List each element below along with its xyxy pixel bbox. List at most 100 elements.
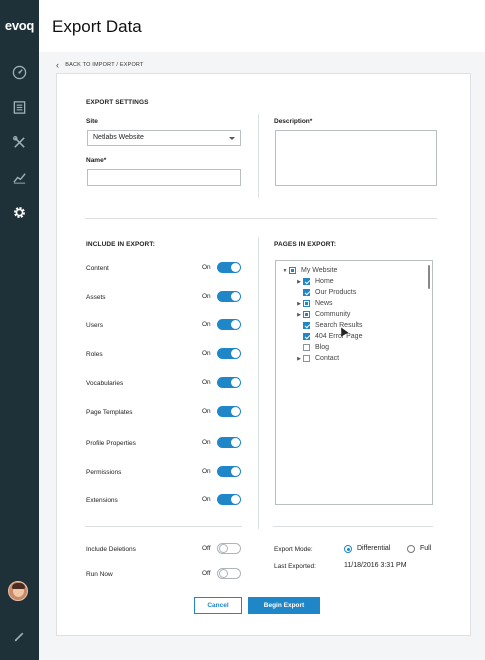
toggle-state: Off	[202, 570, 211, 577]
include-label: Profile Properties	[86, 440, 136, 447]
include-title: INCLUDE IN EXPORT:	[86, 241, 155, 248]
divider	[85, 218, 437, 219]
divider	[258, 237, 259, 529]
last-exported-label: Last Exported:	[274, 563, 316, 570]
toggle-extensions[interactable]	[217, 494, 241, 505]
tree-node[interactable]: ▶ News	[296, 299, 333, 308]
site-select[interactable]: Netlabs Website	[87, 130, 241, 146]
document-icon[interactable]	[0, 95, 39, 119]
caret-right-icon[interactable]: ▶	[296, 279, 302, 285]
gear-icon[interactable]	[0, 200, 39, 224]
tree-node[interactable]: 404 Error Page	[296, 332, 362, 341]
tree-node-label: Home	[315, 278, 334, 285]
last-exported-value: 11/18/2016 3:31 PM	[344, 562, 407, 569]
page-header: Export Data	[39, 0, 485, 52]
toggle-vocabularies[interactable]	[217, 377, 241, 388]
include-label: Content	[86, 265, 109, 272]
pencil-icon[interactable]	[0, 624, 39, 648]
page-checkbox[interactable]	[303, 322, 310, 329]
description-textarea[interactable]	[275, 130, 437, 186]
page-checkbox[interactable]	[303, 344, 310, 351]
back-link-label: BACK TO IMPORT / EXPORT	[65, 62, 144, 68]
back-link[interactable]: ‹ BACK TO IMPORT / EXPORT	[56, 60, 144, 70]
page-checkbox[interactable]	[303, 333, 310, 340]
tree-node[interactable]: ▶ Community	[296, 310, 350, 319]
export-mode-label: Export Mode:	[274, 546, 313, 553]
page-checkbox[interactable]	[289, 267, 296, 274]
description-label: Description*	[274, 118, 313, 125]
page-checkbox[interactable]	[303, 289, 310, 296]
toggle-page-templates[interactable]	[217, 406, 241, 417]
evoq-logo[interactable]: evoq	[0, 18, 39, 33]
toggle-state: On	[202, 350, 211, 357]
toggle-state: On	[202, 264, 211, 271]
tree-node[interactable]: Blog	[296, 343, 329, 352]
toggle-users[interactable]	[217, 319, 241, 330]
tree-node[interactable]: ▶ Contact	[296, 354, 339, 363]
option-label: Run Now	[86, 571, 113, 578]
tree-node-label: Contact	[315, 355, 340, 362]
tree-node-label: Our Products	[315, 289, 357, 296]
toggle-include-deletions[interactable]	[217, 543, 241, 554]
begin-export-button[interactable]: Begin Export	[248, 597, 320, 614]
page-title: Export Data	[52, 17, 142, 36]
caret-right-icon[interactable]: ▶	[296, 312, 302, 318]
toggle-roles[interactable]	[217, 348, 241, 359]
tools-icon[interactable]	[0, 130, 39, 154]
caret-down-icon	[229, 137, 235, 140]
page-checkbox[interactable]	[303, 311, 310, 318]
toggle-state: On	[202, 468, 211, 475]
tree-node-label: My Website	[301, 267, 338, 274]
toggle-state: On	[202, 293, 211, 300]
name-label: Name*	[86, 157, 107, 164]
cancel-button[interactable]: Cancel	[194, 597, 242, 614]
chart-icon[interactable]	[0, 165, 39, 189]
pages-title: PAGES IN EXPORT:	[274, 241, 337, 248]
divider	[273, 526, 433, 527]
export-settings-title: EXPORT SETTINGS	[86, 99, 149, 106]
site-label: Site	[86, 118, 98, 125]
toggle-profile-properties[interactable]	[217, 437, 241, 448]
toggle-state: On	[202, 439, 211, 446]
toggle-assets[interactable]	[217, 291, 241, 302]
include-label: Page Templates	[86, 409, 133, 416]
chevron-left-icon: ‹	[56, 60, 60, 70]
tree-node-label: Community	[315, 311, 351, 318]
include-label: Permissions	[86, 469, 122, 476]
tree-node-label: Blog	[315, 344, 330, 351]
toggle-permissions[interactable]	[217, 466, 241, 477]
tree-node-label: 404 Error Page	[315, 333, 363, 340]
page-checkbox[interactable]	[303, 300, 310, 307]
tree-node[interactable]: Our Products	[296, 288, 356, 297]
include-label: Users	[86, 322, 103, 329]
toggle-run-now[interactable]	[217, 568, 241, 579]
page-checkbox[interactable]	[303, 278, 310, 285]
include-label: Assets	[86, 294, 106, 301]
radio-full[interactable]	[407, 545, 415, 553]
option-label: Include Deletions	[86, 546, 136, 553]
toggle-content[interactable]	[217, 262, 241, 273]
tree-scrollbar[interactable]	[428, 265, 430, 289]
export-card: EXPORT SETTINGS Site Netlabs Website Nam…	[56, 73, 471, 636]
tree-node[interactable]: ▶ Home	[296, 277, 334, 286]
divider	[85, 526, 242, 527]
toggle-state: On	[202, 321, 211, 328]
caret-down-icon[interactable]: ▼	[282, 268, 288, 274]
divider	[258, 114, 259, 198]
toggle-state: On	[202, 408, 211, 415]
page-checkbox[interactable]	[303, 355, 310, 362]
toggle-state: Off	[202, 545, 211, 552]
name-input[interactable]	[87, 169, 241, 186]
caret-right-icon[interactable]: ▶	[296, 301, 302, 307]
tree-node[interactable]: Search Results	[296, 321, 362, 330]
gauge-icon[interactable]	[0, 60, 39, 84]
tree-node[interactable]: ▼ My Website	[282, 266, 337, 275]
radio-differential[interactable]	[344, 545, 352, 553]
radio-full-label[interactable]: Full	[420, 545, 431, 552]
toggle-state: On	[202, 379, 211, 386]
caret-right-icon[interactable]: ▶	[296, 356, 302, 362]
tree-node-label: News	[315, 300, 333, 307]
radio-differential-label[interactable]: Differential	[357, 545, 390, 552]
pages-tree[interactable]: ▼ My Website ▶ Home Our Products ▶ News …	[275, 260, 433, 505]
user-avatar[interactable]	[8, 581, 28, 601]
